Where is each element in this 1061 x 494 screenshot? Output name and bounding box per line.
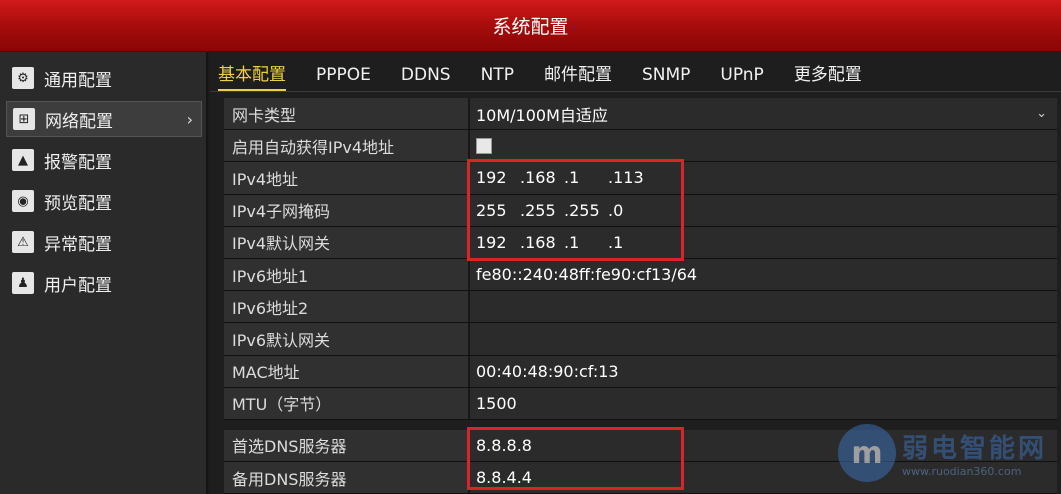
ip-octet[interactable]: .1 <box>564 168 608 187</box>
ipv4-mask-label: IPv4子网掩码 <box>224 194 470 226</box>
form-row-mtu: MTU（字节） 1500 <box>224 387 1057 420</box>
sidebar-item-label: 用户配置 <box>44 275 112 296</box>
ipv4-gateway-label: IPv4默认网关 <box>224 226 470 258</box>
dhcp-checkbox[interactable] <box>476 137 492 154</box>
nic-type-label: 网卡类型 <box>224 98 470 130</box>
ip-octet[interactable]: .0 <box>608 201 652 220</box>
ipv6-gateway-label: IPv6默认网关 <box>224 323 470 355</box>
sidebar-item-label: 预览配置 <box>44 193 112 214</box>
window-title: 系统配置 <box>492 16 569 38</box>
tab-bar: 基本配置 PPPOE DDNS NTP 邮件配置 SNMP UPnP 更多配置 <box>210 52 1061 92</box>
watermark-title: 弱电智能网 <box>901 434 1047 464</box>
nic-type-select[interactable]: 10M/100M自适应 ⌄ <box>470 98 1057 130</box>
watermark-text: 弱电智能网 www.ruodian360.com <box>902 428 1047 478</box>
network-icon: ⊞ <box>13 108 35 130</box>
tab-upnp[interactable]: UPnP <box>720 65 763 91</box>
eye-icon: ◉ <box>12 190 34 212</box>
ipv6-address2-value <box>470 291 1057 323</box>
ip-octet[interactable]: .168 <box>520 233 564 252</box>
tab-ddns[interactable]: DDNS <box>401 65 451 91</box>
tab-basic[interactable]: 基本配置 <box>218 60 286 91</box>
dhcp-cell <box>470 130 1057 162</box>
dns-secondary-label: 备用DNS服务器 <box>224 462 470 494</box>
mtu-label: MTU（字节） <box>224 387 470 419</box>
tab-email[interactable]: 邮件配置 <box>544 60 612 91</box>
ip-octet[interactable]: .168 <box>520 168 564 187</box>
sidebar: ⚙ 通用配置 ⊞ 网络配置 › ▲ 报警配置 ◉ 预览配置 ⚠ 异常配置 ♟ 用… <box>0 52 208 494</box>
bell-icon: ▲ <box>12 149 34 171</box>
ip-octet[interactable]: 192 <box>476 233 520 252</box>
tab-more[interactable]: 更多配置 <box>794 60 862 91</box>
ipv6-gateway-value <box>470 323 1057 355</box>
form-row-dhcp: 启用自动获得IPv4地址 <box>224 130 1057 163</box>
form-row-mac: MAC地址 00:40:48:90:cf:13 <box>224 355 1057 388</box>
sidebar-item-alarm[interactable]: ▲ 报警配置 <box>6 142 202 178</box>
ip-octet[interactable]: .255 <box>520 201 564 220</box>
sidebar-item-general[interactable]: ⚙ 通用配置 <box>6 60 202 96</box>
form-row-ipv4-mask: IPv4子网掩码 255 .255 .255 .0 <box>224 194 1057 227</box>
ip-octet[interactable]: .1 <box>608 233 652 252</box>
dns-primary-label: 首选DNS服务器 <box>224 429 470 462</box>
sidebar-item-exception[interactable]: ⚠ 异常配置 <box>6 224 202 260</box>
sidebar-item-preview[interactable]: ◉ 预览配置 <box>6 183 202 219</box>
ip-octet[interactable]: .1 <box>564 233 608 252</box>
tab-pppoe[interactable]: PPPOE <box>316 65 371 91</box>
ipv6-address2-label: IPv6地址2 <box>224 291 470 323</box>
form-row-ipv6-gateway: IPv6默认网关 <box>224 323 1057 356</box>
tab-snmp[interactable]: SNMP <box>642 65 690 91</box>
form-row-ipv4-address: IPv4地址 192 .168 .1 .113 <box>224 162 1057 195</box>
sidebar-item-network[interactable]: ⊞ 网络配置 › <box>6 101 202 137</box>
chevron-down-icon: ⌄ <box>1036 106 1047 122</box>
nic-type-value: 10M/100M自适应 <box>476 105 608 125</box>
chevron-right-icon: › <box>186 109 193 129</box>
tab-ntp[interactable]: NTP <box>481 65 514 91</box>
ipv4-address-label: IPv4地址 <box>224 162 470 194</box>
watermark-url: www.ruodian360.com <box>901 465 1022 478</box>
form-row-ipv6-address2: IPv6地址2 <box>224 291 1057 324</box>
form-row-ipv4-gateway: IPv4默认网关 192 .168 .1 .1 <box>224 226 1057 259</box>
ip-octet[interactable]: .113 <box>608 168 652 187</box>
ipv4-address-field[interactable]: 192 .168 .1 .113 <box>470 162 1057 194</box>
main-panel: 基本配置 PPPOE DDNS NTP 邮件配置 SNMP UPnP 更多配置 … <box>210 52 1061 494</box>
ipv4-mask-field[interactable]: 255 .255 .255 .0 <box>470 194 1057 226</box>
ipv6-address1-value: fe80::240:48ff:fe90:cf13/64 <box>470 258 1057 291</box>
ipv6-address1-label: IPv6地址1 <box>224 258 470 291</box>
users-icon: ♟ <box>12 272 34 294</box>
sidebar-item-label: 网络配置 <box>45 111 113 132</box>
ip-octet[interactable]: 192 <box>476 168 520 187</box>
mac-value: 00:40:48:90:cf:13 <box>470 355 1057 387</box>
ip-octet[interactable]: .255 <box>564 201 608 220</box>
ipv4-gateway-field[interactable]: 192 .168 .1 .1 <box>470 226 1057 258</box>
mac-label: MAC地址 <box>224 355 470 387</box>
sidebar-item-user[interactable]: ♟ 用户配置 <box>6 265 202 301</box>
form-row-ipv6-address1: IPv6地址1 fe80::240:48ff:fe90:cf13/64 <box>224 258 1057 292</box>
mtu-input[interactable]: 1500 <box>470 387 1057 419</box>
form-row-nic-type: 网卡类型 10M/100M自适应 ⌄ <box>224 98 1057 131</box>
sidebar-item-label: 报警配置 <box>44 152 112 173</box>
dhcp-label: 启用自动获得IPv4地址 <box>224 130 470 162</box>
sidebar-item-label: 异常配置 <box>44 234 112 255</box>
watermark: m 弱电智能网 www.ruodian360.com <box>837 424 1047 482</box>
watermark-logo-icon: m <box>837 424 896 482</box>
window-title-bar: 系统配置 <box>0 0 1061 52</box>
gear-icon: ⚙ <box>12 67 34 89</box>
sidebar-item-label: 通用配置 <box>44 70 112 91</box>
ip-octet[interactable]: 255 <box>476 201 520 220</box>
warning-icon: ⚠ <box>12 231 34 253</box>
